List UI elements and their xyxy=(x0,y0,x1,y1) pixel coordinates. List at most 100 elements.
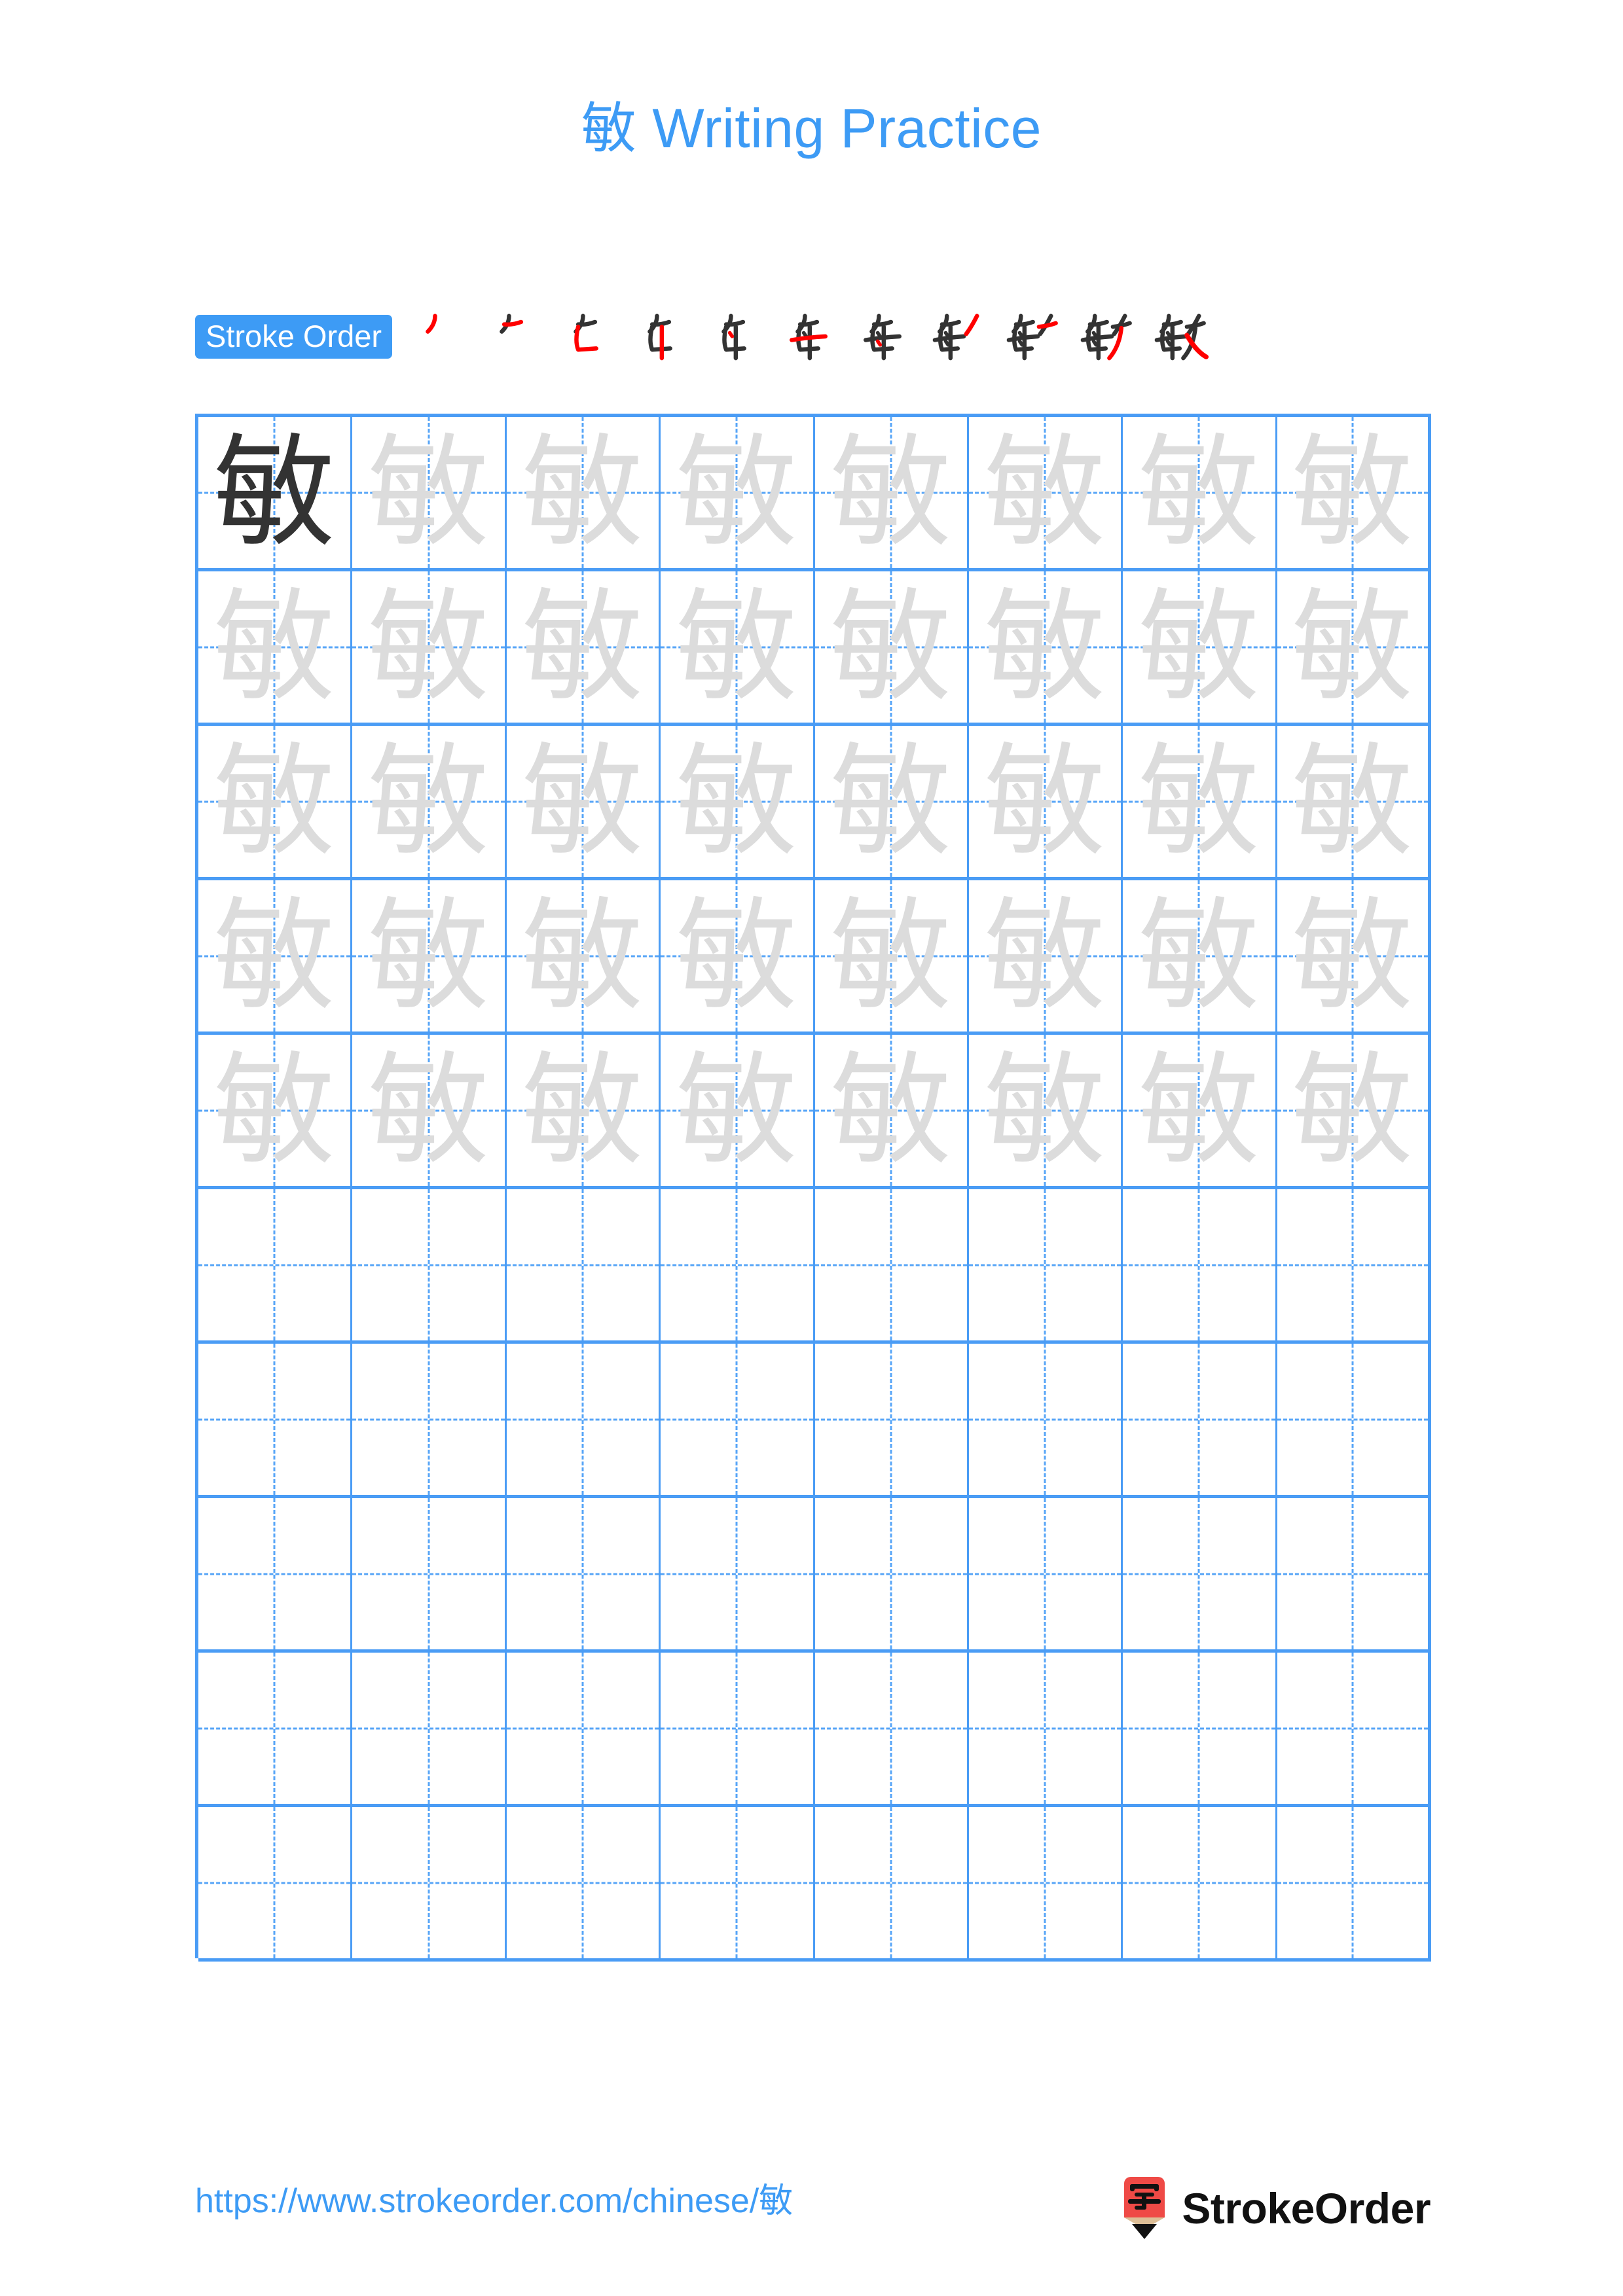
practice-cell-r9-c7[interactable] xyxy=(1123,1653,1277,1804)
practice-cell-r10-c1[interactable] xyxy=(198,1807,353,1958)
practice-cell-r10-c3[interactable] xyxy=(507,1807,661,1958)
practice-grid-row xyxy=(198,1653,1431,1807)
practice-cell-r3-c5[interactable]: 敏 xyxy=(815,726,969,877)
trace-character: 敏 xyxy=(1138,421,1260,564)
practice-cell-r2-c3[interactable]: 敏 xyxy=(507,571,661,723)
practice-cell-r6-c2[interactable] xyxy=(352,1189,507,1340)
practice-cell-r2-c4[interactable]: 敏 xyxy=(661,571,815,723)
practice-cell-r2-c8[interactable]: 敏 xyxy=(1277,571,1431,723)
practice-cell-r2-c7[interactable]: 敏 xyxy=(1123,571,1277,723)
practice-cell-r1-c7[interactable]: 敏 xyxy=(1123,417,1277,568)
practice-cell-r4-c4[interactable]: 敏 xyxy=(661,880,815,1031)
practice-cell-r4-c2[interactable]: 敏 xyxy=(352,880,507,1031)
practice-cell-r7-c8[interactable] xyxy=(1277,1344,1431,1495)
practice-cell-r7-c7[interactable] xyxy=(1123,1344,1277,1495)
practice-cell-r6-c1[interactable] xyxy=(198,1189,353,1340)
practice-cell-r8-c4[interactable] xyxy=(661,1498,815,1649)
practice-cell-r4-c7[interactable]: 敏 xyxy=(1123,880,1277,1031)
practice-cell-r10-c6[interactable] xyxy=(969,1807,1123,1958)
practice-cell-r4-c1[interactable]: 敏 xyxy=(198,880,353,1031)
practice-cell-r8-c5[interactable] xyxy=(815,1498,969,1649)
practice-cell-r8-c8[interactable] xyxy=(1277,1498,1431,1649)
practice-cell-r3-c3[interactable]: 敏 xyxy=(507,726,661,877)
practice-cell-r10-c2[interactable] xyxy=(352,1807,507,1958)
practice-cell-r8-c3[interactable] xyxy=(507,1498,661,1649)
trace-character: 敏 xyxy=(213,730,336,872)
practice-cell-r7-c2[interactable] xyxy=(352,1344,507,1495)
practice-cell-r7-c6[interactable] xyxy=(969,1344,1123,1495)
practice-cell-r5-c7[interactable]: 敏 xyxy=(1123,1035,1277,1186)
practice-cell-r9-c8[interactable] xyxy=(1277,1653,1431,1804)
empty-cell xyxy=(1123,1807,1275,1958)
practice-cell-r7-c4[interactable] xyxy=(661,1344,815,1495)
practice-cell-r2-c1[interactable]: 敏 xyxy=(198,571,353,723)
practice-cell-r5-c2[interactable]: 敏 xyxy=(352,1035,507,1186)
practice-cell-r1-c2[interactable]: 敏 xyxy=(352,417,507,568)
practice-cell-r3-c8[interactable]: 敏 xyxy=(1277,726,1431,877)
practice-cell-r3-c1[interactable]: 敏 xyxy=(198,726,353,877)
practice-cell-r5-c3[interactable]: 敏 xyxy=(507,1035,661,1186)
empty-cell xyxy=(1277,1189,1428,1340)
practice-cell-r6-c6[interactable] xyxy=(969,1189,1123,1340)
practice-cell-r1-c6[interactable]: 敏 xyxy=(969,417,1123,568)
practice-cell-r4-c6[interactable]: 敏 xyxy=(969,880,1123,1031)
practice-cell-r5-c6[interactable]: 敏 xyxy=(969,1035,1123,1186)
empty-cell xyxy=(507,1653,659,1804)
practice-cell-r10-c5[interactable] xyxy=(815,1807,969,1958)
empty-cell xyxy=(352,1653,504,1804)
practice-cell-r1-c5[interactable]: 敏 xyxy=(815,417,969,568)
practice-cell-r4-c3[interactable]: 敏 xyxy=(507,880,661,1031)
practice-cell-r9-c6[interactable] xyxy=(969,1653,1123,1804)
practice-cell-r6-c7[interactable] xyxy=(1123,1189,1277,1340)
practice-cell-r1-c8[interactable]: 敏 xyxy=(1277,417,1431,568)
practice-grid-row xyxy=(198,1189,1431,1344)
empty-cell xyxy=(661,1498,812,1649)
practice-cell-r4-c5[interactable]: 敏 xyxy=(815,880,969,1031)
practice-cell-r10-c7[interactable] xyxy=(1123,1807,1277,1958)
practice-cell-r2-c5[interactable]: 敏 xyxy=(815,571,969,723)
practice-cell-r9-c4[interactable] xyxy=(661,1653,815,1804)
practice-cell-r1-c4[interactable]: 敏 xyxy=(661,417,815,568)
empty-cell xyxy=(969,1344,1121,1495)
practice-cell-r7-c3[interactable] xyxy=(507,1344,661,1495)
brand-logo-group: StrokeOrder xyxy=(1120,2172,1431,2245)
practice-cell-r6-c5[interactable] xyxy=(815,1189,969,1340)
practice-cell-r7-c1[interactable] xyxy=(198,1344,353,1495)
practice-cell-r9-c3[interactable] xyxy=(507,1653,661,1804)
stroke-step-6 xyxy=(771,305,845,368)
trace-character: 敏 xyxy=(676,730,798,872)
practice-cell-r5-c5[interactable]: 敏 xyxy=(815,1035,969,1186)
practice-grid: 敏敏敏敏敏敏敏敏敏敏敏敏敏敏敏敏敏敏敏敏敏敏敏敏敏敏敏敏敏敏敏敏敏敏敏敏敏敏敏敏 xyxy=(195,414,1431,1962)
trace-character: 敏 xyxy=(830,1039,952,1181)
stroke-step-7 xyxy=(845,305,919,368)
empty-cell xyxy=(969,1653,1121,1804)
practice-cell-r4-c8[interactable]: 敏 xyxy=(1277,880,1431,1031)
practice-cell-r8-c6[interactable] xyxy=(969,1498,1123,1649)
practice-cell-r9-c5[interactable] xyxy=(815,1653,969,1804)
practice-cell-r3-c4[interactable]: 敏 xyxy=(661,726,815,877)
practice-cell-r6-c8[interactable] xyxy=(1277,1189,1431,1340)
practice-cell-r3-c7[interactable]: 敏 xyxy=(1123,726,1277,877)
practice-cell-r3-c6[interactable]: 敏 xyxy=(969,726,1123,877)
practice-cell-r1-c1[interactable]: 敏 xyxy=(198,417,353,568)
practice-cell-r5-c8[interactable]: 敏 xyxy=(1277,1035,1431,1186)
practice-cell-r5-c4[interactable]: 敏 xyxy=(661,1035,815,1186)
practice-cell-r2-c6[interactable]: 敏 xyxy=(969,571,1123,723)
practice-cell-r8-c7[interactable] xyxy=(1123,1498,1277,1649)
practice-cell-r2-c2[interactable]: 敏 xyxy=(352,571,507,723)
practice-cell-r9-c2[interactable] xyxy=(352,1653,507,1804)
practice-cell-r5-c1[interactable]: 敏 xyxy=(198,1035,353,1186)
trace-character: 敏 xyxy=(1291,575,1413,718)
practice-cell-r10-c4[interactable] xyxy=(661,1807,815,1958)
source-url-link[interactable]: https://www.strokeorder.com/chinese/敏 xyxy=(195,2181,793,2221)
practice-cell-r8-c1[interactable] xyxy=(198,1498,353,1649)
practice-cell-r7-c5[interactable] xyxy=(815,1344,969,1495)
practice-cell-r1-c3[interactable]: 敏 xyxy=(507,417,661,568)
practice-cell-r10-c8[interactable] xyxy=(1277,1807,1431,1958)
practice-cell-r3-c2[interactable]: 敏 xyxy=(352,726,507,877)
practice-grid-row: 敏敏敏敏敏敏敏敏 xyxy=(198,417,1431,571)
practice-cell-r6-c4[interactable] xyxy=(661,1189,815,1340)
practice-cell-r6-c3[interactable] xyxy=(507,1189,661,1340)
practice-cell-r9-c1[interactable] xyxy=(198,1653,353,1804)
practice-cell-r8-c2[interactable] xyxy=(352,1498,507,1649)
